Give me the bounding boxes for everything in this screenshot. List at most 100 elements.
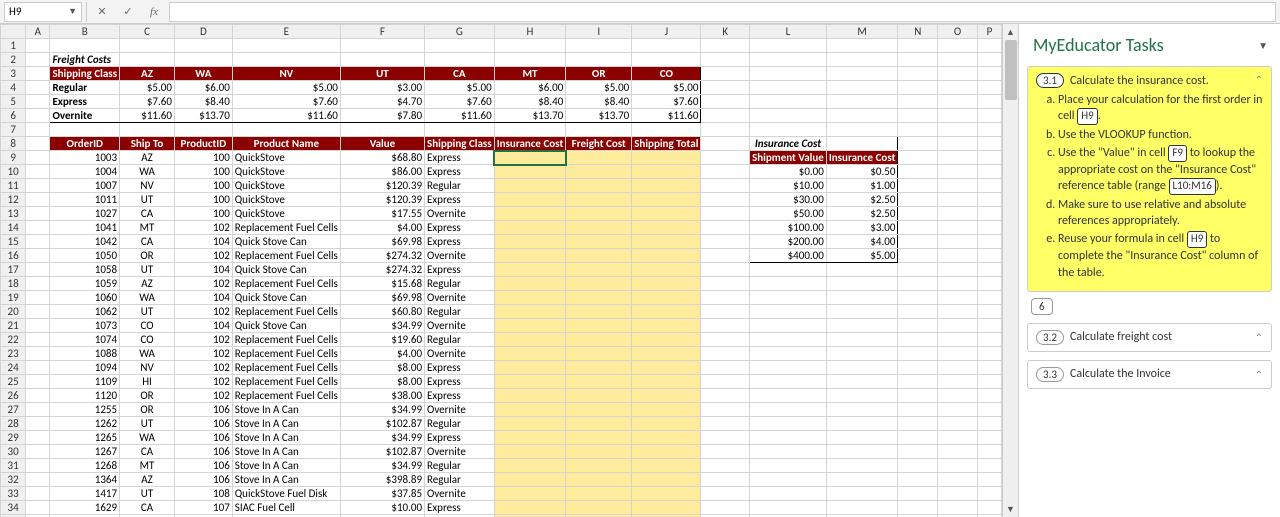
row-header[interactable]: 20 [1,305,26,319]
cell[interactable] [632,445,701,459]
cell[interactable] [632,319,701,333]
cell[interactable]: QuickStove Fuel Disk [232,487,340,501]
scroll-down-icon[interactable]: ▼ [1003,501,1018,517]
cell[interactable]: UT [120,193,175,207]
cell[interactable] [494,333,566,347]
cell[interactable] [50,39,120,53]
cell[interactable]: 1109 [50,375,120,389]
cell[interactable]: $3.00 [340,81,424,95]
cell[interactable] [977,319,1001,333]
cell[interactable]: 1255 [50,403,120,417]
cell[interactable] [701,53,750,67]
cell[interactable]: UT [120,417,175,431]
cell[interactable] [632,221,701,235]
cell[interactable] [494,501,566,515]
cell[interactable] [977,305,1001,319]
cell[interactable] [632,277,701,291]
cell[interactable] [938,53,978,67]
cell[interactable] [566,375,632,389]
cell[interactable] [26,165,50,179]
cell[interactable] [898,263,938,277]
cell[interactable]: $8.40 [566,95,632,109]
cell[interactable] [26,81,50,95]
cell[interactable]: 108 [174,487,232,501]
cell[interactable] [340,39,424,53]
cell[interactable]: $0.00 [750,165,827,179]
cell[interactable] [632,487,701,501]
cell[interactable]: Overnite [425,487,495,501]
cell[interactable] [977,333,1001,347]
cell[interactable]: 1042 [50,235,120,249]
cell[interactable]: ProductID [174,137,232,151]
cell[interactable]: $8.00 [340,361,424,375]
cell[interactable] [701,319,750,333]
row-header[interactable]: 27 [1,403,26,417]
cell[interactable] [898,431,938,445]
col-header[interactable]: P [977,25,1001,39]
cell[interactable] [898,235,938,249]
cell[interactable] [898,39,938,53]
cell[interactable]: NV [232,67,340,81]
cell[interactable] [826,277,898,291]
cell[interactable]: $11.60 [120,109,175,123]
cell[interactable] [566,417,632,431]
row-header[interactable]: 6 [1,109,26,123]
cell[interactable]: Overnite [425,445,495,459]
cell[interactable]: 1094 [50,361,120,375]
row-header[interactable]: 14 [1,221,26,235]
cell[interactable]: Overnite [425,249,495,263]
cell[interactable]: Regular [425,179,495,193]
cell[interactable]: $274.32 [340,263,424,277]
cell[interactable]: Overnite [425,291,495,305]
cell[interactable] [26,137,50,151]
col-header[interactable]: B [50,25,120,39]
cell[interactable] [26,53,50,67]
cell[interactable] [26,347,50,361]
cell[interactable] [898,375,938,389]
cell[interactable] [701,389,750,403]
cell[interactable]: 1074 [50,333,120,347]
cell[interactable]: $10.00 [750,179,827,193]
cell[interactable]: $398.89 [340,473,424,487]
cell[interactable] [826,459,898,473]
cell[interactable] [632,417,701,431]
cell[interactable]: Stove In A Can [232,417,340,431]
cell[interactable] [938,501,978,515]
cell[interactable]: 1364 [50,473,120,487]
cell[interactable]: NV [120,361,175,375]
cell[interactable]: AZ [120,473,175,487]
cell[interactable] [898,95,938,109]
cell[interactable] [632,333,701,347]
cell[interactable] [898,165,938,179]
cell[interactable] [977,39,1001,53]
cell[interactable] [977,95,1001,109]
cell[interactable]: WA [120,165,175,179]
cell[interactable] [938,193,978,207]
cell[interactable] [898,305,938,319]
cell[interactable]: $8.00 [340,375,424,389]
row-header[interactable]: 2 [1,53,26,67]
cell[interactable]: Replacement Fuel Cells [232,249,340,263]
cell[interactable] [898,445,938,459]
cell[interactable]: Replacement Fuel Cells [232,361,340,375]
cell[interactable] [977,431,1001,445]
cell[interactable]: $5.00 [425,81,495,95]
cell[interactable]: Stove In A Can [232,403,340,417]
cell[interactable]: Stove In A Can [232,431,340,445]
cell[interactable] [938,361,978,375]
cell[interactable] [174,123,232,137]
cell[interactable] [566,319,632,333]
row-header[interactable]: 26 [1,389,26,403]
cell[interactable] [26,221,50,235]
cell[interactable] [750,39,827,53]
cell[interactable]: 102 [174,305,232,319]
cell[interactable]: $34.99 [340,403,424,417]
cell[interactable] [566,263,632,277]
cell[interactable]: UT [120,305,175,319]
cell[interactable]: 1003 [50,151,120,165]
cell[interactable] [701,249,750,263]
cell[interactable] [938,207,978,221]
row-header[interactable]: 16 [1,249,26,263]
cell[interactable] [826,263,898,277]
cell[interactable] [494,39,566,53]
